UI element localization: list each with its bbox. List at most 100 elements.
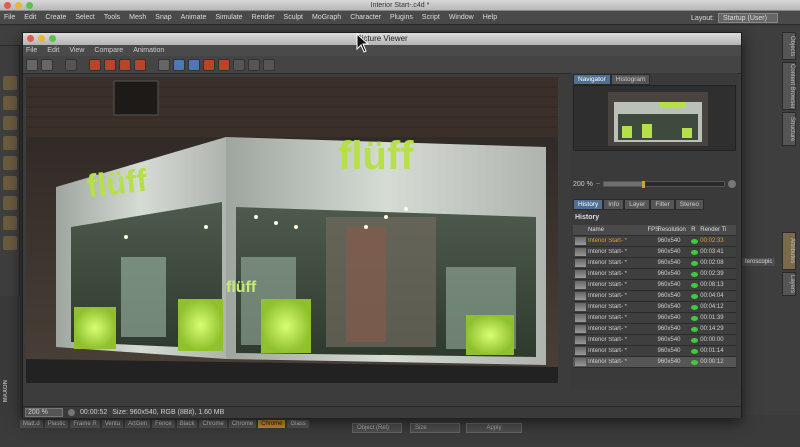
zoom-out-icon[interactable]: − <box>596 181 600 188</box>
ab-compare-icon[interactable] <box>158 58 170 71</box>
render-region-icon[interactable] <box>65 58 77 71</box>
history-row[interactable]: Interior Start- * 960x540 00:01:14 <box>573 346 736 357</box>
tab-filter[interactable]: Filter <box>650 199 675 210</box>
menu-item[interactable]: MoGraph <box>312 14 341 21</box>
menu-item[interactable]: Help <box>483 14 497 21</box>
history-row[interactable]: Interior Start- * 960x540 00:04:12 <box>573 302 736 313</box>
history-row[interactable]: Interior Start- * 960x540 00:14:29 <box>573 324 736 335</box>
menu-item[interactable]: Plugins <box>390 14 413 21</box>
tab-layer[interactable]: Layer <box>624 199 651 210</box>
history-row[interactable]: Interior Start- * 960x540 00:00:12 <box>573 357 736 368</box>
zoom-icon[interactable] <box>49 35 56 42</box>
tab-layers[interactable]: Layers <box>782 272 796 296</box>
menu-item[interactable]: Sculpt <box>284 14 303 21</box>
tool-icon[interactable] <box>3 136 17 150</box>
menu-item[interactable]: Render <box>252 14 275 21</box>
minimize-icon[interactable] <box>38 35 45 42</box>
tool-icon[interactable] <box>3 76 17 90</box>
material-swatch[interactable]: Ventu <box>101 420 124 428</box>
history-row[interactable]: Interior Start- * 960x540 00:02:33 <box>573 236 736 247</box>
menu-item[interactable]: Snap <box>155 14 171 21</box>
menu-item[interactable]: Edit <box>24 14 36 21</box>
filter-icon[interactable] <box>263 58 275 71</box>
tab-navigator[interactable]: Navigator <box>573 74 611 85</box>
tab-info[interactable]: Info <box>603 199 625 210</box>
layout-selector[interactable]: Layout: Startup (User) <box>691 13 778 23</box>
difference-icon[interactable] <box>248 58 260 71</box>
coordinate-mode-field[interactable]: Object (Rel) <box>352 423 402 433</box>
material-swatch[interactable]: Chrome <box>258 420 286 428</box>
tab-objects[interactable]: Objects <box>782 32 796 60</box>
size-mode-field[interactable]: Size <box>410 423 460 433</box>
tab-history[interactable]: History <box>573 199 604 210</box>
tool-icon[interactable] <box>3 236 17 250</box>
col-name[interactable]: Name <box>588 227 648 233</box>
layout-dropdown[interactable]: Startup (User) <box>718 13 778 23</box>
status-zoom-field[interactable]: 200 % <box>25 408 63 417</box>
material-swatch[interactable]: Matt.d <box>20 420 43 428</box>
material-swatch[interactable]: Chrome <box>228 420 257 428</box>
menu-item[interactable]: Select <box>75 14 94 21</box>
render-image[interactable]: flüff flüff flüff <box>26 77 558 383</box>
history-row[interactable]: Interior Start- * 960x540 00:08:13 <box>573 280 736 291</box>
viewer-menu-item[interactable]: Edit <box>47 47 59 54</box>
viewer-menu-item[interactable]: Compare <box>94 47 123 54</box>
material-swatch[interactable]: Fence <box>152 420 175 428</box>
tool-icon[interactable] <box>3 96 17 110</box>
navigator-preview[interactable] <box>573 85 736 151</box>
render-icon[interactable] <box>89 58 101 71</box>
close-icon[interactable] <box>27 35 34 42</box>
menu-item[interactable]: Simulate <box>215 14 242 21</box>
set-b-icon[interactable] <box>218 58 230 71</box>
tab-content-browser[interactable]: Content Browser <box>782 62 796 110</box>
save-icon[interactable] <box>41 58 53 71</box>
stereoscopic-tab[interactable]: teroscopic <box>742 258 776 266</box>
col-resolution[interactable]: Resolution <box>658 227 692 233</box>
zoom-icon[interactable] <box>26 2 33 9</box>
viewer-menu-item[interactable]: File <box>26 47 37 54</box>
menu-item[interactable]: Character <box>350 14 381 21</box>
material-swatch[interactable]: Black <box>176 420 198 428</box>
tool-icon[interactable] <box>3 196 17 210</box>
history-row[interactable]: Interior Start- * 960x540 00:01:39 <box>573 313 736 324</box>
tool-icon[interactable] <box>3 176 17 190</box>
menu-item[interactable]: Mesh <box>129 14 146 21</box>
history-row[interactable]: Interior Start- * 960x540 00:02:39 <box>573 269 736 280</box>
material-swatch[interactable]: Glass <box>287 420 309 428</box>
close-icon[interactable] <box>4 2 11 9</box>
zoom-stepper-icon[interactable] <box>68 409 75 416</box>
menu-item[interactable]: Animate <box>181 14 207 21</box>
compare-b-icon[interactable] <box>188 58 200 71</box>
render-all-icon[interactable] <box>119 58 131 71</box>
col-fps[interactable]: FPS <box>648 227 660 233</box>
tool-icon[interactable] <box>3 116 17 130</box>
tool-icon[interactable] <box>3 156 17 170</box>
render-queue-icon[interactable] <box>134 58 146 71</box>
menu-item[interactable]: Create <box>45 14 66 21</box>
tab-histogram[interactable]: Histogram <box>610 74 651 85</box>
menu-item[interactable]: File <box>4 14 15 21</box>
viewer-menu-item[interactable]: View <box>69 47 84 54</box>
menu-item[interactable]: Tools <box>104 14 120 21</box>
open-icon[interactable] <box>26 58 38 71</box>
minimize-icon[interactable] <box>15 2 22 9</box>
history-row[interactable]: Interior Start- * 960x540 00:00:00 <box>573 335 736 346</box>
tab-attributes[interactable]: Attributes <box>782 232 796 270</box>
menu-item[interactable]: Script <box>422 14 440 21</box>
tool-icon[interactable] <box>3 216 17 230</box>
menu-item[interactable]: Window <box>449 14 474 21</box>
zoom-slider[interactable] <box>602 181 725 188</box>
col-r[interactable]: R <box>691 227 700 233</box>
material-swatch[interactable]: Frame R <box>70 420 100 428</box>
compare-a-icon[interactable] <box>173 58 185 71</box>
render-view-icon[interactable] <box>104 58 116 71</box>
history-row[interactable]: Interior Start- * 960x540 00:02:08 <box>573 258 736 269</box>
picture-viewer-title-bar[interactable]: Picture Viewer <box>23 33 741 45</box>
set-a-icon[interactable] <box>203 58 215 71</box>
zoom-in-icon[interactable] <box>728 180 736 188</box>
material-swatch[interactable]: ArtGen <box>125 420 151 428</box>
viewer-menu-item[interactable]: Animation <box>133 47 164 54</box>
history-row[interactable]: Interior Start- * 960x540 00:04:04 <box>573 291 736 302</box>
material-swatch[interactable]: Plastic <box>44 420 69 428</box>
col-render-time[interactable]: Render Ti <box>700 227 736 233</box>
